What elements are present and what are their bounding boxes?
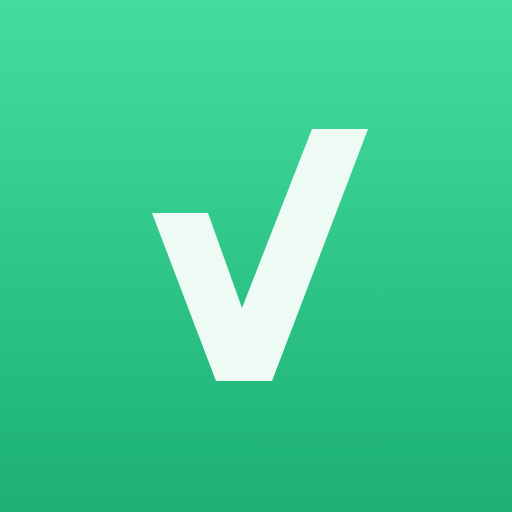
app-icon <box>0 0 512 512</box>
check-mark-icon <box>152 129 368 381</box>
